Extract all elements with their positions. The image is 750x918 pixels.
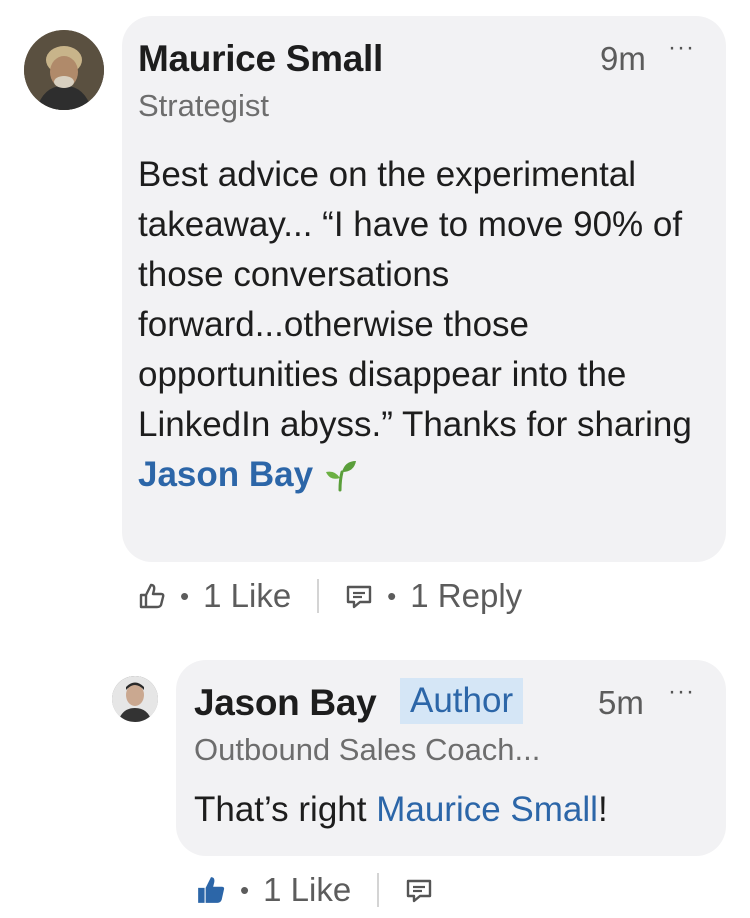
reply-body-text: That’s right: [194, 790, 377, 829]
divider: [317, 579, 320, 613]
reply-timestamp: 5m: [598, 684, 644, 721]
divider: [377, 873, 380, 907]
avatar-jason-bay[interactable]: [112, 676, 158, 722]
separator-dot: •: [387, 580, 397, 611]
more-options-icon[interactable]: ···: [668, 34, 695, 62]
like-count[interactable]: 1 Like: [263, 871, 351, 909]
comment-icon[interactable]: [405, 876, 433, 904]
seedling-emoji-icon: [323, 456, 357, 506]
reply-body: That’s right Maurice Small!: [194, 790, 608, 830]
reply-author-headline: Outbound Sales Coach...: [194, 732, 541, 767]
like-count[interactable]: 1 Like: [203, 577, 291, 615]
mention-jason-bay[interactable]: Jason Bay: [138, 455, 313, 494]
reply-body-suffix: !: [597, 790, 608, 829]
author-badge: Author: [400, 678, 524, 724]
comment-body-text: Best advice on the experimental takeaway…: [138, 155, 692, 444]
thumbs-up-filled-icon[interactable]: [196, 875, 226, 905]
reply-bubble: Jason Bay Author 5m ··· Outbound Sales C…: [176, 660, 726, 856]
reply-actions: • 1 Like: [196, 870, 433, 910]
reply-count[interactable]: 1 Reply: [410, 577, 522, 615]
comment-bubble: Maurice Small Strategist 9m ··· Best adv…: [122, 16, 726, 562]
mention-maurice-small[interactable]: Maurice Small: [376, 790, 598, 829]
thumbs-up-outline-icon[interactable]: [138, 582, 166, 610]
separator-dot: •: [180, 580, 190, 611]
comment-body: Best advice on the experimental takeaway…: [138, 150, 698, 506]
comment-author-name[interactable]: Maurice Small: [138, 38, 383, 80]
avatar-maurice-small[interactable]: [24, 30, 104, 110]
comment-timestamp: 9m: [600, 40, 646, 77]
comment-actions: • 1 Like • 1 Reply: [138, 576, 522, 616]
more-options-icon[interactable]: ···: [668, 678, 695, 706]
reply-author-name[interactable]: Jason Bay: [194, 682, 377, 724]
separator-dot: •: [240, 874, 250, 905]
comment-author-headline: Strategist: [138, 88, 269, 123]
comment-icon[interactable]: [345, 582, 373, 610]
